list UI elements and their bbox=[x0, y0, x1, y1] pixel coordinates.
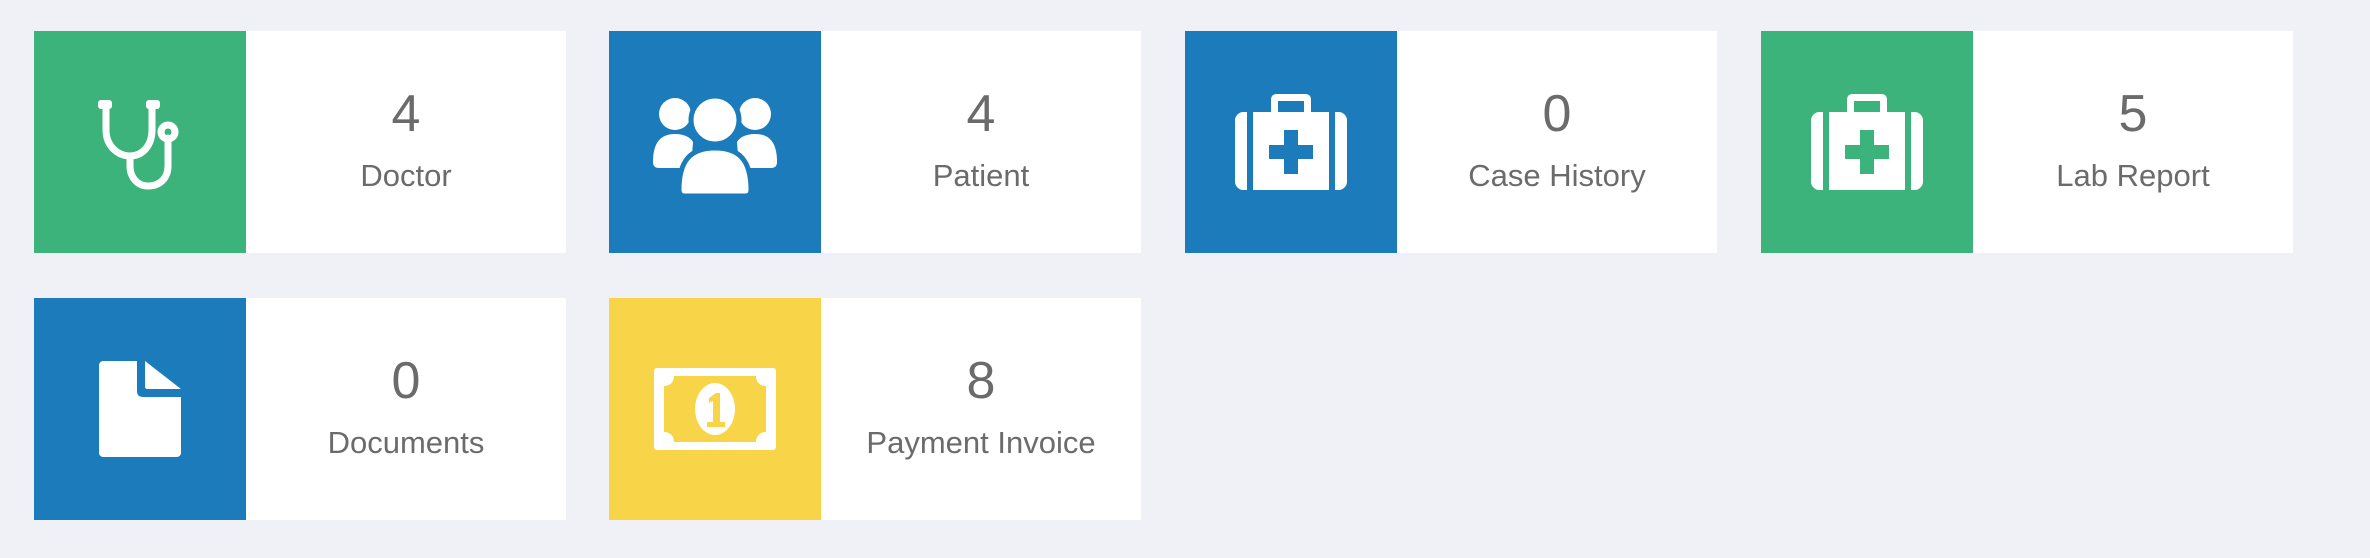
case-history-label: Case History bbox=[1468, 158, 1646, 193]
lab-report-count: 5 bbox=[2118, 85, 2148, 143]
doctor-card-body: 4 Doctor bbox=[246, 31, 566, 253]
patient-card[interactable]: 4 Patient bbox=[609, 31, 1141, 253]
payment-invoice-card[interactable]: 8 Payment Invoice bbox=[609, 298, 1141, 520]
doctor-card[interactable]: 4 Doctor bbox=[34, 31, 566, 253]
lab-report-card-icon-box bbox=[1761, 31, 1973, 253]
documents-label: Documents bbox=[327, 425, 485, 460]
dashboard: 4 Doctor 4 Patient 0 Case History 5 Lab … bbox=[0, 0, 2370, 558]
documents-card-icon-box bbox=[34, 298, 246, 520]
payment-invoice-card-icon-box bbox=[609, 298, 821, 520]
users-icon bbox=[653, 86, 777, 198]
patient-card-body: 4 Patient bbox=[821, 31, 1141, 253]
case-history-card[interactable]: 0 Case History bbox=[1185, 31, 1717, 253]
document-icon bbox=[99, 361, 181, 457]
lab-report-card-body: 5 Lab Report bbox=[1973, 31, 2293, 253]
payment-invoice-count: 8 bbox=[966, 352, 996, 410]
patient-count: 4 bbox=[966, 85, 996, 143]
payment-invoice-card-body: 8 Payment Invoice bbox=[821, 298, 1141, 520]
doctor-label: Doctor bbox=[360, 158, 452, 193]
patient-label: Patient bbox=[932, 158, 1030, 193]
medical-kit-icon bbox=[1811, 92, 1923, 192]
payment-invoice-label: Payment Invoice bbox=[866, 425, 1096, 460]
lab-report-card[interactable]: 5 Lab Report bbox=[1761, 31, 2293, 253]
documents-card[interactable]: 0 Documents bbox=[34, 298, 566, 520]
patient-card-icon-box bbox=[609, 31, 821, 253]
case-history-card-body: 0 Case History bbox=[1397, 31, 1717, 253]
documents-card-body: 0 Documents bbox=[246, 298, 566, 520]
doctor-count: 4 bbox=[391, 85, 421, 143]
medical-kit-icon bbox=[1235, 92, 1347, 192]
doctor-card-icon-box bbox=[34, 31, 246, 253]
money-bill-icon bbox=[654, 368, 776, 450]
stethoscope-icon bbox=[92, 94, 188, 190]
documents-count: 0 bbox=[391, 352, 421, 410]
case-history-count: 0 bbox=[1542, 85, 1572, 143]
case-history-card-icon-box bbox=[1185, 31, 1397, 253]
lab-report-label: Lab Report bbox=[2056, 158, 2210, 193]
